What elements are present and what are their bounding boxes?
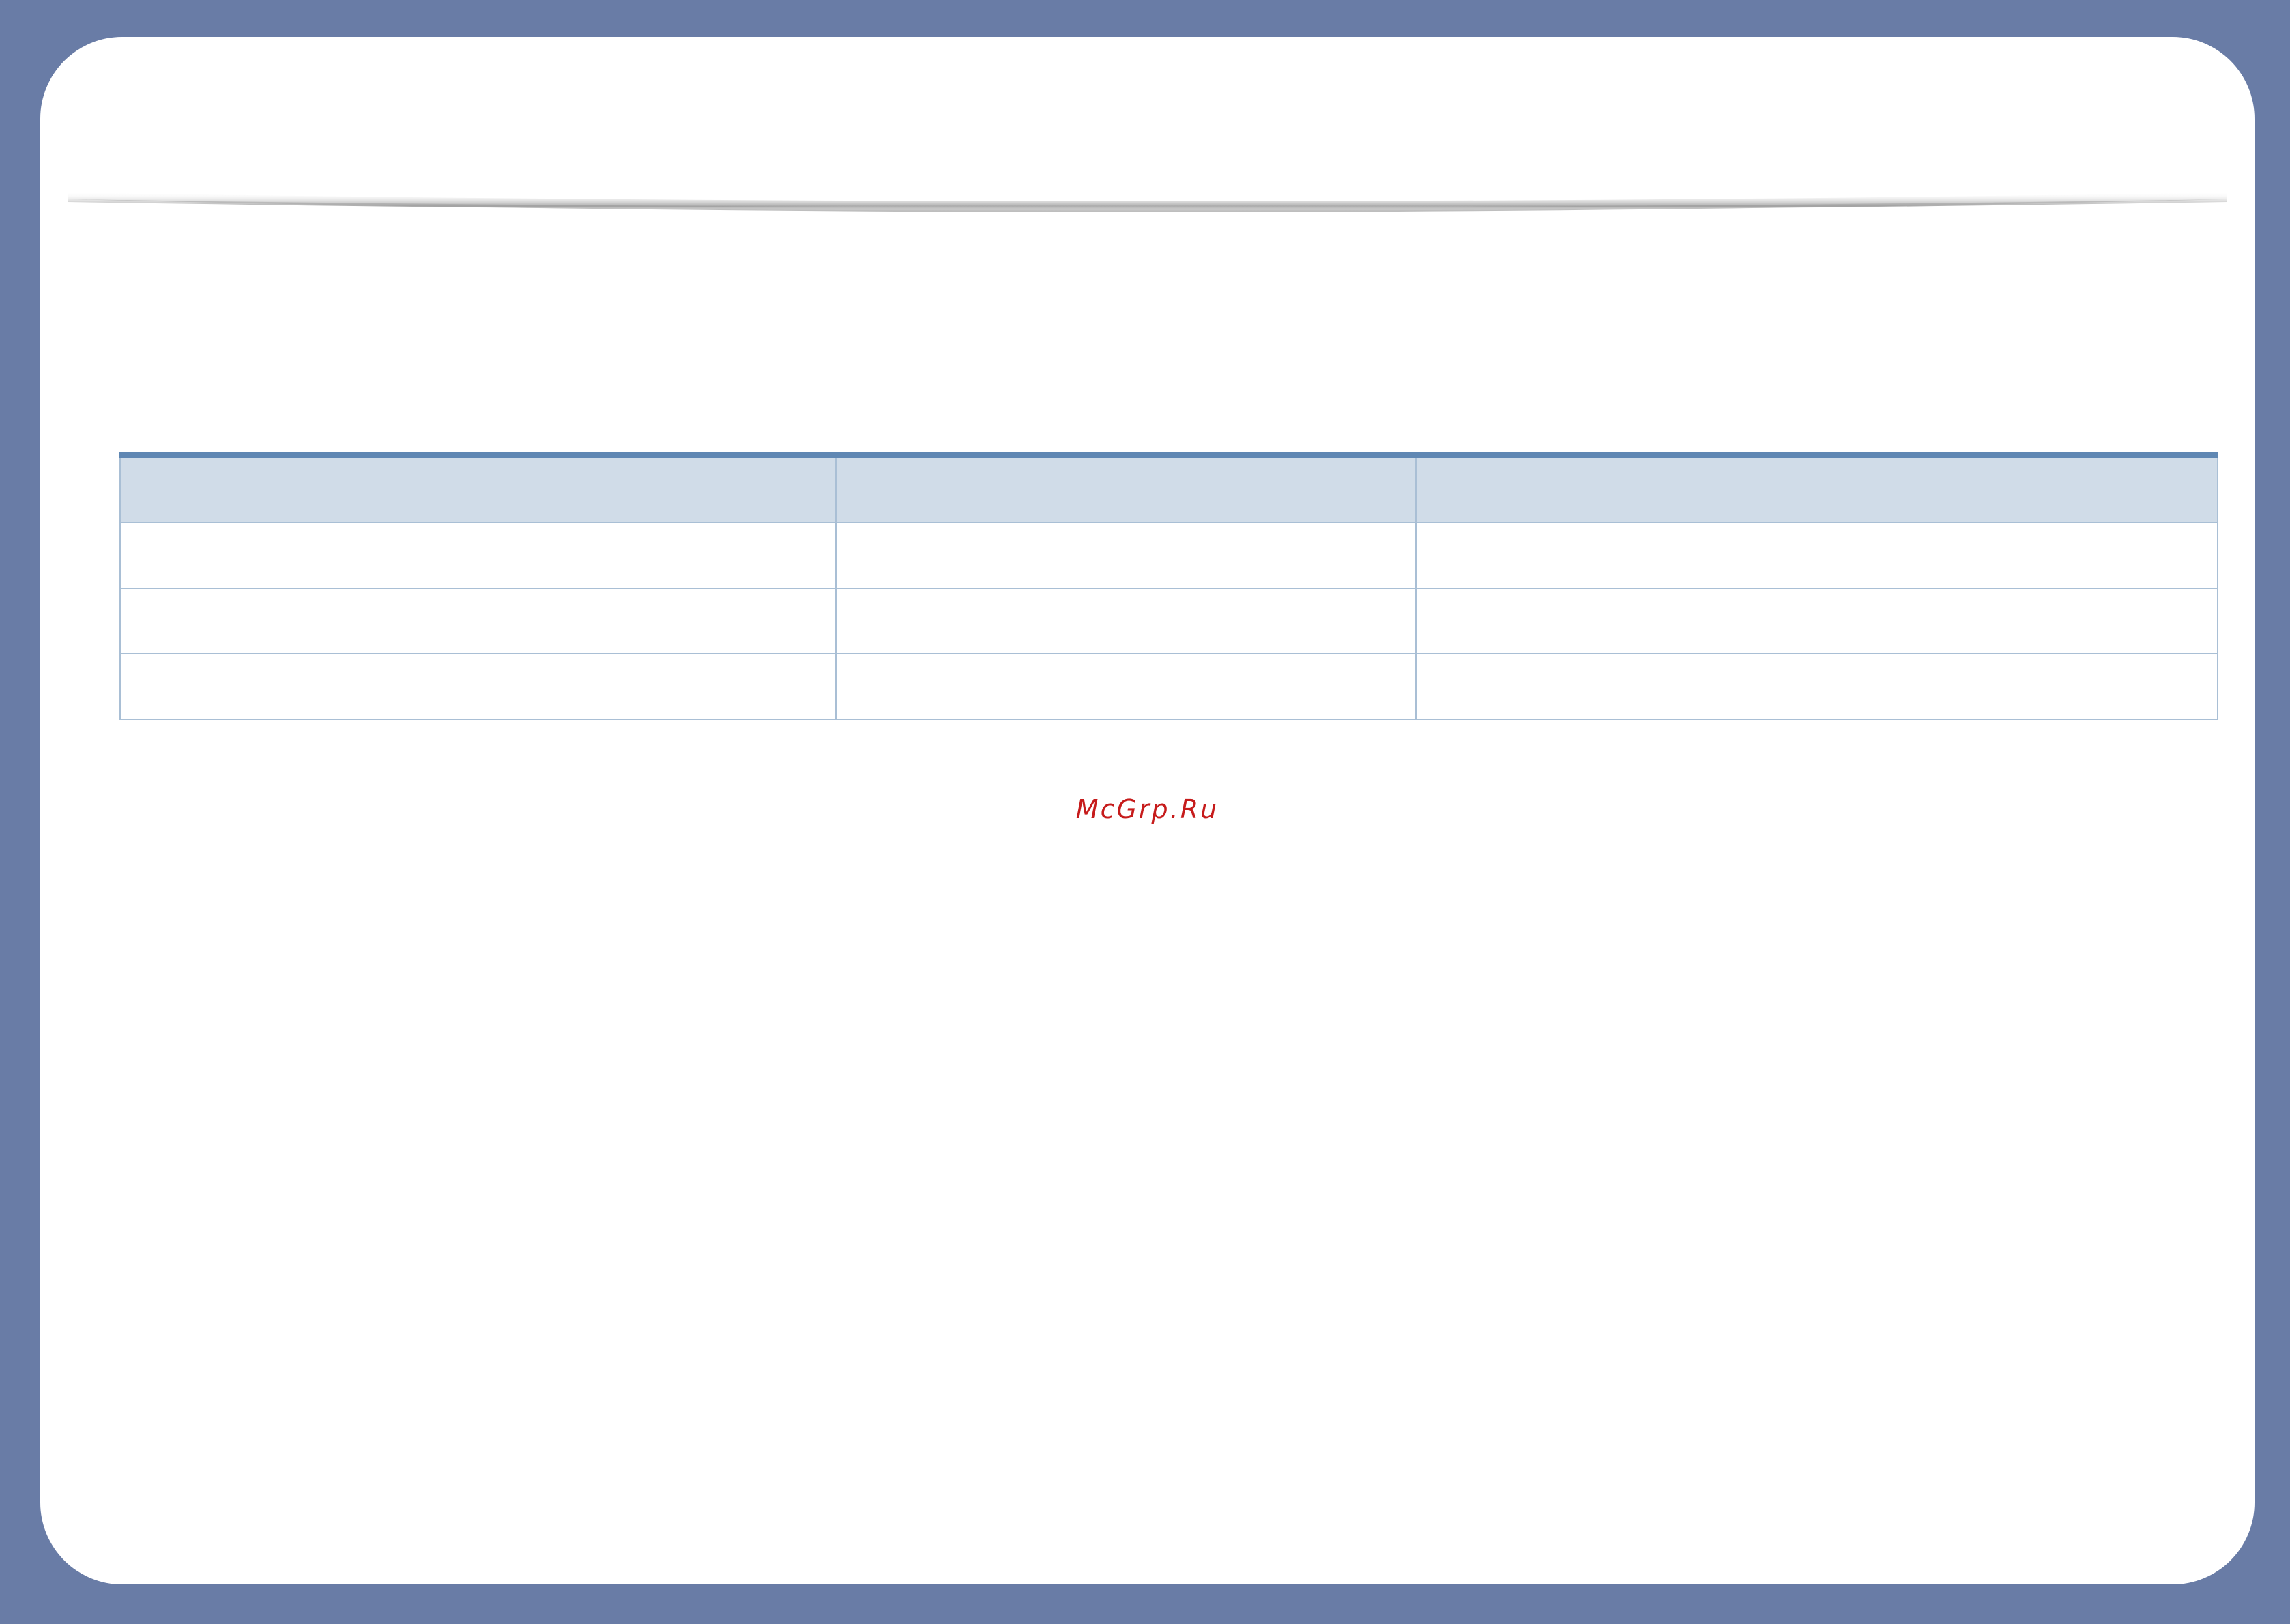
table-header-cell xyxy=(1415,454,2218,523)
table-header-cell xyxy=(119,454,837,523)
table-cell xyxy=(119,522,837,589)
table-cell xyxy=(835,522,1417,589)
header-divider-shadow xyxy=(68,192,2227,212)
table-header-row xyxy=(119,454,2218,523)
data-table xyxy=(119,452,2218,720)
table-cell xyxy=(835,588,1417,654)
table-cell xyxy=(835,653,1417,720)
table-row xyxy=(119,588,2218,654)
watermark-text: McGrp.Ru xyxy=(1075,794,1219,824)
table-row xyxy=(119,653,2218,720)
table-cell xyxy=(1415,588,2218,654)
table-cell xyxy=(1415,522,2218,589)
table-row xyxy=(119,522,2218,589)
table-cell xyxy=(1415,653,2218,720)
table-cell xyxy=(119,653,837,720)
table-cell xyxy=(119,588,837,654)
table-header-cell xyxy=(835,454,1417,523)
document-page: McGrp.Ru xyxy=(40,37,2255,1584)
